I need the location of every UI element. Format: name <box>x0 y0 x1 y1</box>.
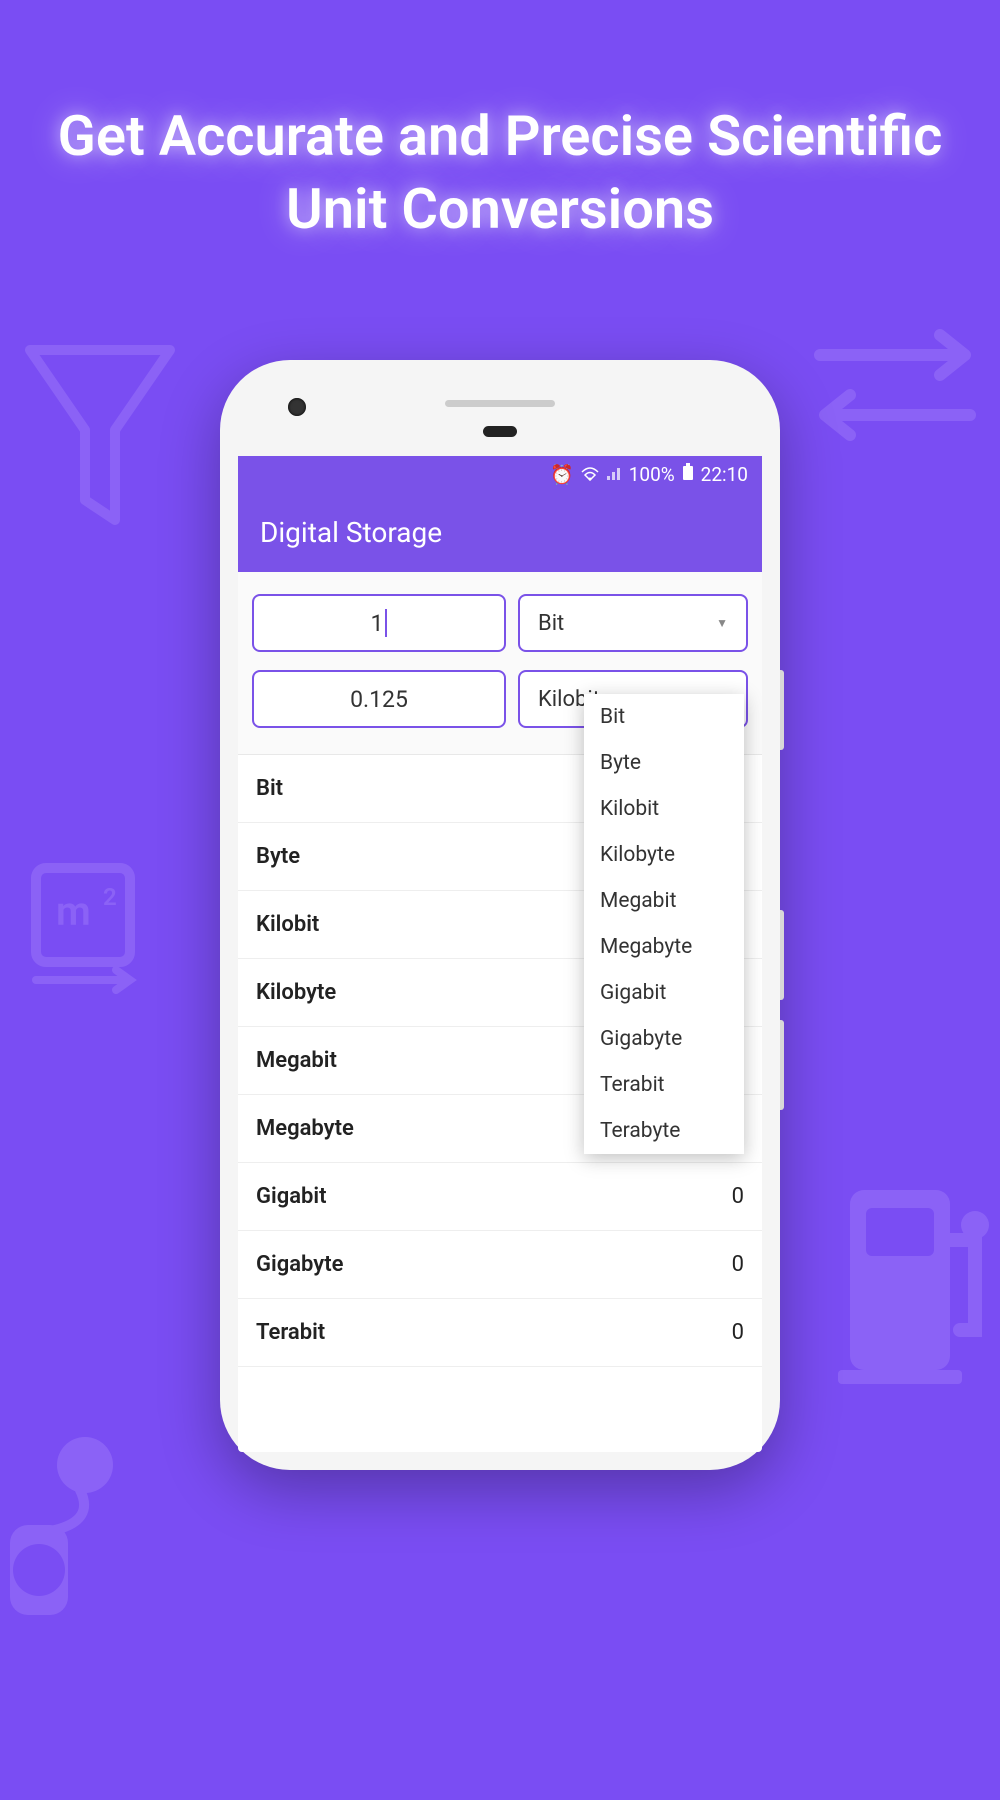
to-value-text: 0.125 <box>350 686 408 713</box>
result-unit: Kilobit <box>256 912 319 937</box>
dropdown-option[interactable]: Kilobyte <box>584 832 744 878</box>
from-value-input[interactable]: 1 <box>252 594 506 652</box>
funnel-icon <box>20 340 180 540</box>
result-unit: Bit <box>256 776 283 801</box>
dropdown-option[interactable]: Gigabyte <box>584 1016 744 1062</box>
text-cursor <box>385 609 387 637</box>
result-unit: Byte <box>256 844 300 869</box>
svg-text:2: 2 <box>103 883 117 911</box>
from-value-text: 1 <box>371 610 384 637</box>
phone-sensor <box>483 426 517 437</box>
result-unit: Megabit <box>256 1048 337 1073</box>
dropdown-option[interactable]: Terabyte <box>584 1108 744 1154</box>
signal-icon <box>606 463 622 486</box>
from-unit-label: Bit <box>538 611 564 636</box>
result-unit: Gigabit <box>256 1184 327 1209</box>
blood-pressure-icon <box>0 1430 150 1630</box>
chevron-down-icon: ▼ <box>716 616 728 630</box>
app-title: Digital Storage <box>260 516 442 549</box>
phone-mockup: ⏰ 100% 22:10 Digital Storage 1 <box>220 360 780 1470</box>
promo-headline: Get Accurate and Precise Scientific Unit… <box>0 0 1000 306</box>
dropdown-option[interactable]: Kilobit <box>584 786 744 832</box>
dropdown-option[interactable]: Megabyte <box>584 924 744 970</box>
result-value: 0 <box>732 1184 744 1209</box>
fuel-pump-icon <box>830 1160 1000 1390</box>
phone-camera <box>288 398 306 416</box>
result-value: 0 <box>732 1320 744 1345</box>
from-unit-selector[interactable]: Bit ▼ <box>518 594 748 652</box>
result-value: 0 <box>732 1252 744 1277</box>
svg-text:m: m <box>56 888 91 935</box>
battery-icon <box>682 463 694 486</box>
alarm-icon: ⏰ <box>550 463 574 486</box>
swap-arrows-icon <box>810 320 980 460</box>
dropdown-option[interactable]: Megabit <box>584 878 744 924</box>
dropdown-option[interactable]: Bit <box>584 694 744 740</box>
result-row: Gigabyte 0 <box>238 1231 762 1299</box>
result-unit: Megabyte <box>256 1116 354 1141</box>
dropdown-option[interactable]: Gigabit <box>584 970 744 1016</box>
dropdown-option[interactable]: Terabit <box>584 1062 744 1108</box>
result-row: Terabit 0 <box>238 1299 762 1367</box>
app-screen: ⏰ 100% 22:10 Digital Storage 1 <box>238 456 762 1452</box>
result-unit: Kilobyte <box>256 980 336 1005</box>
battery-text: 100% <box>629 463 675 486</box>
status-bar: ⏰ 100% 22:10 <box>238 456 762 492</box>
wifi-icon <box>581 463 599 486</box>
status-time: 22:10 <box>701 463 748 486</box>
to-value-output[interactable]: 0.125 <box>252 670 506 728</box>
area-m2-icon: m 2 <box>18 850 148 1000</box>
result-unit: Gigabyte <box>256 1252 343 1277</box>
unit-dropdown-menu[interactable]: Bit Byte Kilobit Kilobyte Megabit Megaby… <box>584 694 744 1154</box>
app-bar: Digital Storage <box>238 492 762 572</box>
dropdown-option[interactable]: Byte <box>584 740 744 786</box>
result-row: Gigabit 0 <box>238 1163 762 1231</box>
result-unit: Terabit <box>256 1320 325 1345</box>
phone-speaker <box>445 400 555 407</box>
